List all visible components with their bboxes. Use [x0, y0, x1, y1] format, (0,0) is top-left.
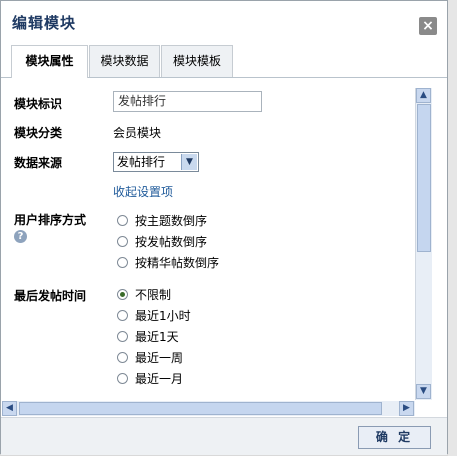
- dialog-titlebar: 编辑模块 ×: [1, 1, 447, 43]
- edit-module-dialog: 编辑模块 × 模块属性 模块数据 模块模板 模块标识 发帖排行 模块分类 会员模…: [0, 0, 448, 455]
- horizontal-scrollbar[interactable]: ◀ ▶: [2, 401, 415, 416]
- module-category-value: 会员模块: [113, 126, 162, 140]
- radio-icon: [117, 310, 128, 321]
- radio-sort-by-posts[interactable]: 按发帖数倒序: [117, 234, 207, 250]
- close-icon[interactable]: ×: [419, 17, 437, 35]
- tab-bar: 模块属性 模块数据 模块模板: [1, 43, 447, 78]
- collapse-settings-link[interactable]: 收起设置项: [113, 183, 173, 200]
- module-id-input[interactable]: 发帖排行: [113, 91, 262, 112]
- scroll-right-icon[interactable]: ▶: [399, 401, 414, 416]
- background-page-strip: [448, 0, 457, 456]
- dialog-footer: 确 定: [1, 417, 447, 455]
- vertical-scrollbar[interactable]: ▲ ▼: [415, 88, 432, 400]
- radio-label: 不限制: [135, 288, 172, 302]
- radio-label: 最近一月: [135, 372, 184, 386]
- horizontal-scroll-thumb[interactable]: [19, 402, 382, 415]
- radio-checked-icon: [117, 289, 128, 300]
- data-source-selected: 发帖排行: [117, 155, 166, 169]
- last-post-time-label: 最后发帖时间: [14, 289, 87, 303]
- tab-module-template[interactable]: 模块模板: [161, 45, 233, 77]
- radio-no-limit[interactable]: 不限制: [117, 287, 171, 303]
- confirm-button[interactable]: 确 定: [358, 426, 431, 449]
- radio-last-month[interactable]: 最近一月: [117, 371, 183, 387]
- radio-last-day[interactable]: 最近1天: [117, 329, 179, 345]
- vertical-scroll-thumb[interactable]: [417, 104, 431, 252]
- scroll-up-icon[interactable]: ▲: [416, 88, 431, 103]
- radio-label: 最近1小时: [135, 309, 191, 323]
- data-source-label: 数据来源: [14, 156, 63, 170]
- radio-sort-by-topics[interactable]: 按主题数倒序: [117, 213, 207, 229]
- radio-icon: [117, 373, 128, 384]
- radio-label: 最近一周: [135, 351, 184, 365]
- radio-label: 按精华帖数倒序: [135, 256, 220, 270]
- radio-last-hour[interactable]: 最近1小时: [117, 308, 191, 324]
- dialog-title: 编辑模块: [12, 14, 77, 32]
- form-content: 模块标识 发帖排行 模块分类 会员模块 数据来源 发帖排行 ▼ 收起设置项 用户…: [1, 78, 429, 400]
- user-sort-label: 用户排序方式: [14, 213, 87, 227]
- radio-label: 按发帖数倒序: [135, 235, 208, 249]
- radio-icon: [117, 215, 128, 226]
- data-source-select[interactable]: 发帖排行 ▼: [113, 152, 199, 172]
- radio-icon: [117, 331, 128, 342]
- radio-label: 按主题数倒序: [135, 214, 208, 228]
- radio-last-week[interactable]: 最近一周: [117, 350, 183, 366]
- scroll-left-icon[interactable]: ◀: [2, 401, 17, 416]
- radio-sort-by-digest[interactable]: 按精华帖数倒序: [117, 255, 219, 271]
- tab-module-properties[interactable]: 模块属性: [11, 45, 88, 78]
- radio-icon: [117, 257, 128, 268]
- module-id-label: 模块标识: [14, 97, 63, 111]
- chevron-down-icon: ▼: [181, 154, 197, 170]
- radio-icon: [117, 236, 128, 247]
- help-icon[interactable]: ?: [14, 230, 27, 243]
- radio-icon: [117, 352, 128, 363]
- tab-module-data[interactable]: 模块数据: [89, 45, 160, 77]
- radio-label: 最近1天: [135, 330, 179, 344]
- scroll-down-icon[interactable]: ▼: [416, 384, 431, 399]
- module-category-label: 模块分类: [14, 126, 63, 140]
